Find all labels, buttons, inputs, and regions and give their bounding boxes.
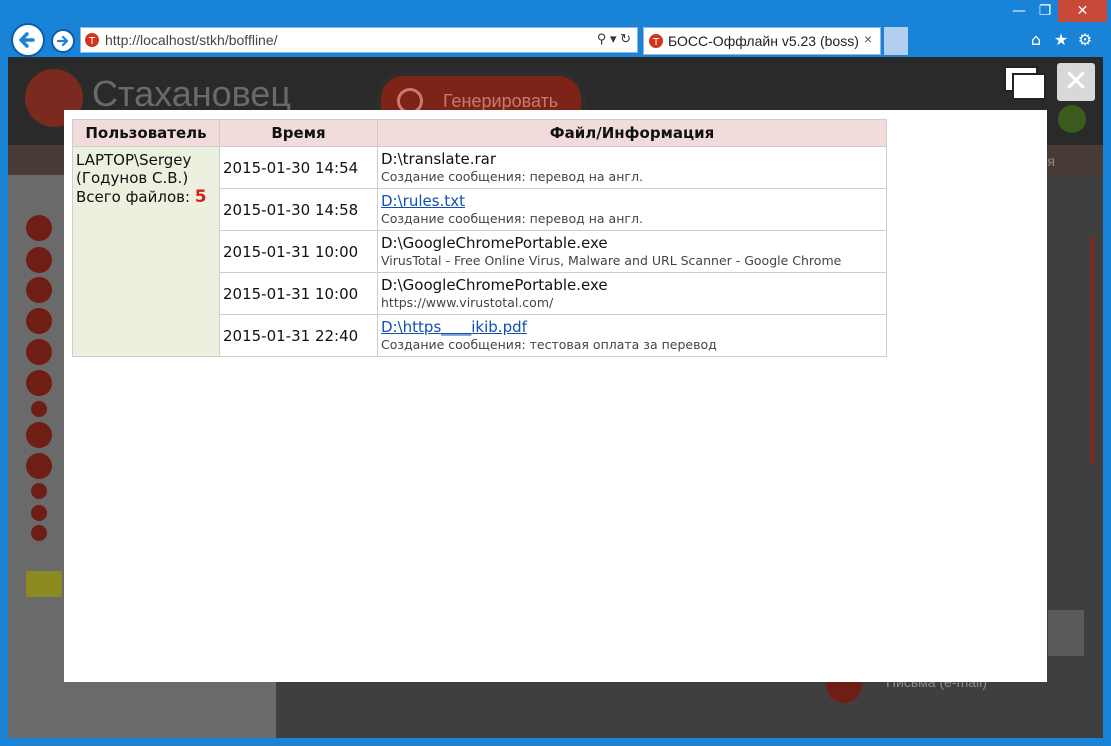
tree-user-icon[interactable] [31, 401, 47, 417]
arrow-left-icon [19, 32, 35, 48]
file-link[interactable]: D:\rules.txt [381, 192, 883, 211]
time-cell: 2015-01-31 10:00 [219, 272, 378, 315]
tree-user-icon[interactable] [31, 525, 47, 541]
tree-home-icon[interactable] [26, 247, 52, 273]
tab-favicon-icon: T [649, 34, 663, 48]
file-name: D:\GoogleChromePortable.exe [381, 234, 608, 252]
restore-window-icon[interactable] [1003, 65, 1047, 101]
dialog-close-button[interactable]: ✕ [1057, 63, 1095, 101]
scrollbar[interactable] [1090, 237, 1094, 465]
gear-icon[interactable]: ⚙ [1075, 30, 1095, 50]
file-cell: D:\rules.txt Создание сообщения: перевод… [377, 188, 887, 231]
browser-tab[interactable]: T БОСС-Оффлайн v5.23 (boss) × [643, 27, 881, 55]
file-info: Создание сообщения: тестовая оплата за п… [381, 337, 717, 352]
files-table: Пользователь Время Файл/Информация LAPTO… [72, 119, 887, 357]
favorites-icon[interactable]: ★ [1051, 30, 1071, 50]
time-cell: 2015-01-31 10:00 [219, 230, 378, 273]
new-tab-button[interactable] [884, 27, 908, 55]
address-bar[interactable]: T http://localhost/stkh/boffline/ ⚲ ▾ ↻ [80, 27, 638, 53]
tree-home-icon[interactable] [26, 339, 52, 365]
files-modal: Пользователь Время Файл/Информация LAPTO… [64, 110, 1047, 682]
side-button[interactable] [1048, 610, 1084, 656]
user-cell: LAPTOP\Sergey (Годунов С.В.) Всего файло… [72, 146, 220, 357]
app-logo-text: Стахановец [92, 73, 291, 114]
browser-chrome: — ❐ ✕ T http://localhost/stkh/boffline/ … [0, 0, 1111, 57]
tree-selected-item[interactable] [26, 571, 62, 597]
tree-user-icon[interactable] [31, 505, 47, 521]
file-name: D:\translate.rar [381, 150, 496, 168]
svg-text:T: T [652, 37, 660, 48]
file-name: D:\GoogleChromePortable.exe [381, 276, 608, 294]
tree-home-icon[interactable] [26, 453, 52, 479]
tab-close-icon[interactable]: × [864, 31, 872, 47]
time-cell: 2015-01-31 22:40 [219, 314, 378, 357]
user-login: LAPTOP\Sergey [76, 151, 192, 169]
header-file: Файл/Информация [377, 119, 887, 147]
tree-home-icon[interactable] [26, 308, 52, 334]
generate-label: Генерировать [443, 91, 559, 111]
back-button[interactable] [11, 23, 45, 57]
time-cell: 2015-01-30 14:54 [219, 146, 378, 189]
user-name: (Годунов С.В.) [76, 169, 189, 187]
url-text[interactable]: http://localhost/stkh/boffline/ [105, 32, 278, 48]
total-label: Всего файлов: [76, 188, 195, 206]
tree-user-icon[interactable] [31, 483, 47, 499]
total-count: 5 [194, 187, 207, 207]
user-total: Всего файлов: 5 [76, 187, 216, 207]
tree-home-icon[interactable] [26, 277, 52, 303]
tree-home-icon[interactable] [26, 215, 52, 241]
tree-home-icon[interactable] [26, 370, 52, 396]
site-favicon-icon: T [85, 33, 99, 47]
table-row: LAPTOP\Sergey (Годунов С.В.) Всего файло… [72, 146, 887, 357]
file-cell: D:\translate.rar Создание сообщения: пер… [377, 146, 887, 189]
header-time: Время [219, 119, 378, 147]
arrow-right-icon [56, 35, 69, 47]
forward-button[interactable] [51, 29, 75, 53]
window-close-button[interactable]: ✕ [1058, 0, 1107, 22]
header-user: Пользователь [72, 119, 220, 147]
file-info: Создание сообщения: перевод на англ. [381, 211, 643, 226]
minimize-button[interactable]: — [1006, 0, 1032, 22]
app-small-logo-icon [1058, 105, 1086, 133]
file-cell: D:\GoogleChromePortable.exe VirusTotal -… [377, 230, 887, 273]
file-cell: D:\https____ikib.pdf Создание сообщения:… [377, 314, 887, 357]
tab-title: БОСС-Оффлайн v5.23 (boss) [668, 33, 859, 49]
file-link[interactable]: D:\https____ikib.pdf [381, 318, 883, 337]
file-info: https://www.virustotal.com/ [381, 295, 554, 310]
file-info: VirusTotal - Free Online Virus, Malware … [381, 253, 842, 268]
maximize-button[interactable]: ❐ [1032, 0, 1058, 22]
tree-home-icon[interactable] [26, 422, 52, 448]
file-info: Создание сообщения: перевод на англ. [381, 169, 643, 184]
time-cell: 2015-01-30 14:58 [219, 188, 378, 231]
address-tools-icon[interactable]: ⚲ ▾ ↻ [597, 31, 631, 47]
file-cell: D:\GoogleChromePortable.exe https://www.… [377, 272, 887, 315]
svg-text:T: T [88, 36, 96, 47]
home-icon[interactable]: ⌂ [1026, 30, 1046, 50]
table-header-row: Пользователь Время Файл/Информация [72, 119, 887, 147]
